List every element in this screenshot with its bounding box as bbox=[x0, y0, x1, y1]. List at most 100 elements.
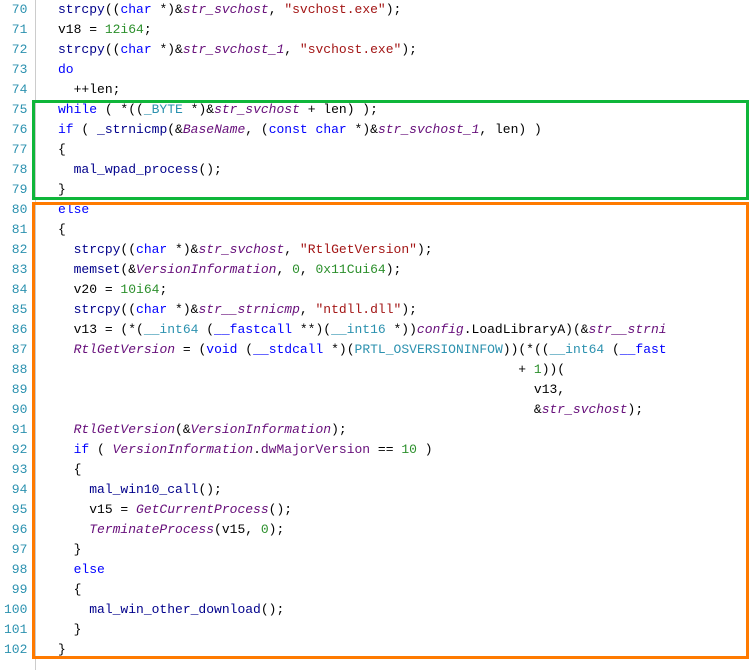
code-line[interactable]: strcpy((char *)&str_svchost, "svchost.ex… bbox=[36, 0, 751, 20]
token: ; bbox=[144, 22, 152, 37]
line-number: 73 bbox=[4, 60, 27, 80]
token: str_svchost_1 bbox=[183, 42, 284, 57]
code-line[interactable]: memset(&VersionInformation, 0, 0x11Cui64… bbox=[36, 260, 751, 280]
token: { bbox=[42, 142, 65, 157]
token: mal_wpad_process bbox=[74, 162, 199, 177]
token: } bbox=[42, 622, 81, 637]
code-line[interactable]: v20 = 10i64; bbox=[36, 280, 751, 300]
token: char bbox=[316, 122, 347, 137]
code-line[interactable]: strcpy((char *)&str_svchost, "RtlGetVers… bbox=[36, 240, 751, 260]
code-line[interactable]: while ( *((_BYTE *)&str_svchost + len) )… bbox=[36, 100, 751, 120]
line-number: 88 bbox=[4, 360, 27, 380]
token bbox=[42, 422, 73, 437]
token: char bbox=[120, 42, 151, 57]
code-line[interactable]: mal_win_other_download(); bbox=[36, 600, 751, 620]
token: "RtlGetVersion" bbox=[300, 242, 417, 257]
token: do bbox=[42, 62, 73, 77]
token: __int64 bbox=[144, 322, 199, 337]
token: + len) ); bbox=[300, 102, 378, 117]
token: **)( bbox=[292, 322, 331, 337]
code-line[interactable]: if ( VersionInformation.dwMajorVersion =… bbox=[36, 440, 751, 460]
token: ( bbox=[198, 322, 214, 337]
code-line[interactable]: do bbox=[36, 60, 751, 80]
code-line[interactable]: } bbox=[36, 540, 751, 560]
token bbox=[42, 482, 89, 497]
token: VersionInformation bbox=[113, 442, 253, 457]
code-line[interactable]: mal_win10_call(); bbox=[36, 480, 751, 500]
token: , len) ) bbox=[479, 122, 541, 137]
token: PRTL_OSVERSIONINFOW bbox=[355, 342, 503, 357]
token: ( bbox=[74, 122, 97, 137]
token: ); bbox=[331, 422, 347, 437]
code-line[interactable]: mal_wpad_process(); bbox=[36, 160, 751, 180]
token: (& bbox=[175, 422, 191, 437]
token: (& bbox=[120, 262, 136, 277]
token: *)& bbox=[152, 2, 183, 17]
token: "svchost.exe" bbox=[300, 42, 401, 57]
token: ); bbox=[386, 262, 402, 277]
code-line[interactable]: strcpy((char *)&str__strnicmp, "ntdll.dl… bbox=[36, 300, 751, 320]
code-line[interactable]: &str_svchost); bbox=[36, 400, 751, 420]
code-line[interactable]: strcpy((char *)&str_svchost_1, "svchost.… bbox=[36, 40, 751, 60]
code-body[interactable]: strcpy((char *)&str_svchost, "svchost.ex… bbox=[36, 0, 751, 670]
code-line[interactable]: { bbox=[36, 140, 751, 160]
line-number: 101 bbox=[4, 620, 27, 640]
token: __fast bbox=[620, 342, 667, 357]
line-number: 93 bbox=[4, 460, 27, 480]
code-line[interactable]: v13 = (*(__int64 (__fastcall **)(__int16… bbox=[36, 320, 751, 340]
token: __stdcall bbox=[253, 342, 323, 357]
token: __int16 bbox=[331, 322, 386, 337]
code-line[interactable]: { bbox=[36, 580, 751, 600]
line-number: 95 bbox=[4, 500, 27, 520]
line-number: 83 bbox=[4, 260, 27, 280]
token: ); bbox=[417, 242, 433, 257]
code-line[interactable]: else bbox=[36, 560, 751, 580]
code-line[interactable]: v15 = GetCurrentProcess(); bbox=[36, 500, 751, 520]
token: , bbox=[284, 242, 300, 257]
code-line[interactable]: } bbox=[36, 640, 751, 660]
token: (& bbox=[167, 122, 183, 137]
code-line[interactable]: + 1))( bbox=[36, 360, 751, 380]
token: *)( bbox=[323, 342, 354, 357]
token: ( bbox=[89, 442, 112, 457]
code-line[interactable]: } bbox=[36, 180, 751, 200]
line-number: 76 bbox=[4, 120, 27, 140]
token: 0x11Cui64 bbox=[316, 262, 386, 277]
token: (( bbox=[120, 302, 136, 317]
code-line[interactable]: { bbox=[36, 220, 751, 240]
token: RtlGetVersion bbox=[74, 422, 175, 437]
token: 10i64 bbox=[120, 282, 159, 297]
code-line[interactable]: { bbox=[36, 460, 751, 480]
line-number: 78 bbox=[4, 160, 27, 180]
token: ))( bbox=[542, 362, 565, 377]
code-line[interactable]: v13, bbox=[36, 380, 751, 400]
code-line[interactable]: } bbox=[36, 620, 751, 640]
token: } bbox=[42, 182, 65, 197]
token: VersionInformation bbox=[191, 422, 331, 437]
token: v20 = bbox=[42, 282, 120, 297]
code-line[interactable]: RtlGetVersion = (void (__stdcall *)(PRTL… bbox=[36, 340, 751, 360]
token: v18 = bbox=[42, 22, 104, 37]
token: ( bbox=[237, 342, 253, 357]
code-line[interactable]: v18 = 12i64; bbox=[36, 20, 751, 40]
line-number: 102 bbox=[4, 640, 27, 660]
code-line[interactable]: TerminateProcess(v15, 0); bbox=[36, 520, 751, 540]
line-number: 84 bbox=[4, 280, 27, 300]
token: else bbox=[42, 562, 104, 577]
token: void bbox=[206, 342, 237, 357]
token: } bbox=[42, 642, 65, 657]
token: mal_win10_call bbox=[89, 482, 198, 497]
line-number: 99 bbox=[4, 580, 27, 600]
code-line[interactable]: ++len; bbox=[36, 80, 751, 100]
code-line[interactable]: if ( _strnicmp(&BaseName, (const char *)… bbox=[36, 120, 751, 140]
token: ); bbox=[386, 2, 402, 17]
token: .LoadLibraryA bbox=[464, 322, 565, 337]
line-number: 100 bbox=[4, 600, 27, 620]
token: 0 bbox=[261, 522, 269, 537]
line-number: 81 bbox=[4, 220, 27, 240]
code-line[interactable]: RtlGetVersion(&VersionInformation); bbox=[36, 420, 751, 440]
token: str_svchost bbox=[214, 102, 300, 117]
code-line[interactable]: else bbox=[36, 200, 751, 220]
token: v13, bbox=[42, 382, 565, 397]
line-number: 74 bbox=[4, 80, 27, 100]
